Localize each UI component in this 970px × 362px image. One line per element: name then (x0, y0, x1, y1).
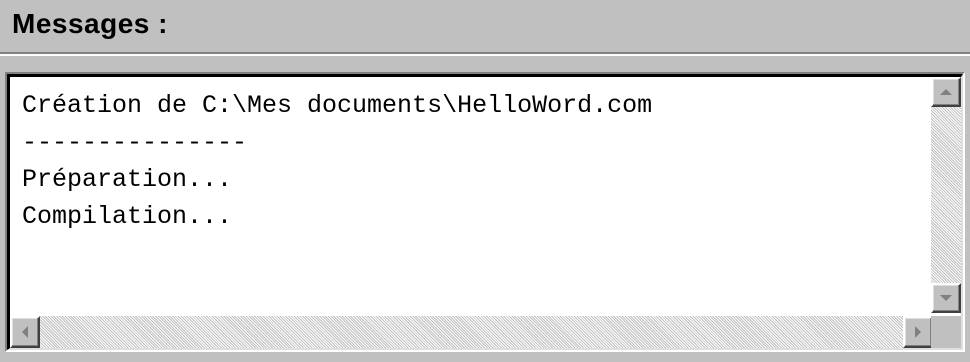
panel-title: Messages : (12, 8, 168, 39)
message-line: --------------- (22, 128, 248, 157)
message-line: Création de C:\Mes documents\HelloWord.c… (22, 91, 653, 120)
arrow-left-icon (22, 326, 28, 338)
messages-output-frame: Création de C:\Mes documents\HelloWord.c… (5, 72, 965, 352)
scrollbar-corner (931, 316, 961, 348)
messages-panel: Messages : Création de C:\Mes documents\… (0, 0, 970, 362)
scroll-up-button[interactable] (931, 77, 961, 107)
arrow-right-icon (915, 326, 921, 338)
scroll-down-button[interactable] (931, 283, 961, 313)
title-divider-highlight (0, 54, 970, 56)
arrow-down-icon (940, 295, 952, 301)
horizontal-scrollbar[interactable] (10, 316, 933, 348)
scroll-left-button[interactable] (10, 316, 40, 348)
arrow-up-icon (940, 89, 952, 95)
vertical-scrollbar[interactable] (931, 77, 961, 313)
message-line: Compilation... (22, 202, 233, 231)
scroll-right-button[interactable] (903, 316, 933, 348)
messages-text-area[interactable]: Création de C:\Mes documents\HelloWord.c… (10, 77, 933, 313)
messages-output-box: Création de C:\Mes documents\HelloWord.c… (7, 74, 963, 350)
message-line: Préparation... (22, 165, 233, 194)
